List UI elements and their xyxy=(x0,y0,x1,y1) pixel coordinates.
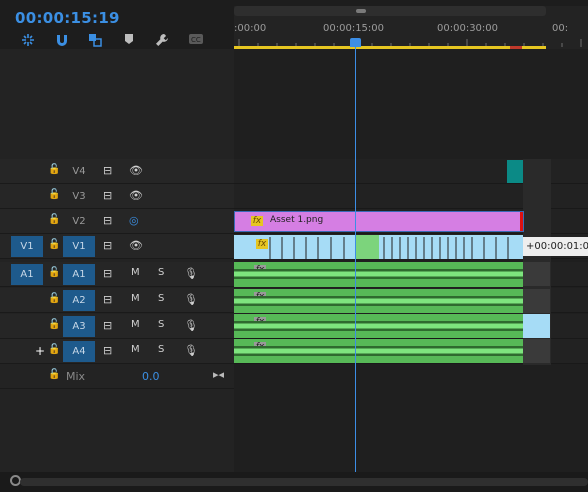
lock-icon[interactable]: 🔓 xyxy=(48,369,60,380)
magnet-icon[interactable] xyxy=(54,33,70,49)
linked-selection-icon[interactable] xyxy=(87,33,103,49)
waveform xyxy=(234,346,523,356)
time-ruler[interactable]: :00:00 00:00:15:00 00:00:30:00 00: xyxy=(234,6,588,49)
dragged-clip-preview xyxy=(523,314,550,338)
lock-icon[interactable]: 🔓 xyxy=(48,319,60,330)
marker-icon[interactable] xyxy=(121,33,137,49)
a2-audio-clip[interactable]: fx xyxy=(234,289,523,313)
solo-button[interactable]: S xyxy=(158,319,164,330)
eye-hidden-icon[interactable]: ◎ xyxy=(129,214,139,227)
add-track-cursor-icon: + xyxy=(35,344,46,358)
playhead-handle[interactable] xyxy=(350,38,361,47)
lock-icon[interactable]: 🔓 xyxy=(48,293,60,304)
v2-graphic-clip[interactable]: fx Asset 1.png xyxy=(234,211,524,232)
svg-text:CC: CC xyxy=(191,36,201,44)
waveform xyxy=(234,321,523,331)
scrollbar-track[interactable] xyxy=(20,478,588,486)
snap-icon[interactable] xyxy=(20,33,36,49)
lock-icon[interactable]: 🔓 xyxy=(48,239,60,250)
track-header-a3: 🔓 A3 ⊟ M S 🎙 xyxy=(0,314,234,339)
solo-button[interactable]: S xyxy=(158,344,164,355)
lock-icon[interactable]: 🔓 xyxy=(48,344,60,355)
track-target-a3[interactable]: A3 xyxy=(63,316,95,337)
ruler-label: 00:00:30:00 xyxy=(437,23,499,34)
eye-icon[interactable]: 👁 xyxy=(129,164,143,177)
mute-button[interactable]: M xyxy=(131,319,140,330)
mute-button[interactable]: M xyxy=(131,344,140,355)
track-target-v1[interactable]: V1 xyxy=(63,236,95,257)
track-header-a4: + 🔓 A4 ⊟ M S 🎙 xyxy=(0,339,234,364)
sync-lock-icon[interactable]: ⊟ xyxy=(103,293,112,306)
mute-button[interactable]: M xyxy=(131,267,140,278)
track-header-v3: 🔓 V3 ⊟ 👁 xyxy=(0,184,234,209)
microphone-icon[interactable]: 🎙 xyxy=(184,344,198,357)
solo-button[interactable]: S xyxy=(158,293,164,304)
microphone-icon[interactable]: 🎙 xyxy=(184,267,198,280)
clip-title: Asset 1.png xyxy=(270,215,324,225)
track-header-mix: 🔓 Mix 0.0 ▸◂ xyxy=(0,364,234,389)
playhead-timecode[interactable]: 00:00:15:19 xyxy=(15,9,120,27)
drop-target-a2 xyxy=(523,289,550,313)
track-target-a2[interactable]: A2 xyxy=(63,290,95,311)
playhead-line[interactable] xyxy=(355,38,356,472)
drop-target-a4 xyxy=(523,339,550,363)
v1-edit-points xyxy=(269,237,509,259)
zoom-scrollbar[interactable] xyxy=(234,6,546,16)
v1-video-clip[interactable]: fx xyxy=(234,235,523,259)
waveform xyxy=(234,269,523,279)
sync-lock-icon[interactable]: ⊟ xyxy=(103,319,112,332)
track-header-a2: 🔓 A2 ⊟ M S 🎙 xyxy=(0,288,234,313)
source-patch-v1[interactable]: V1 xyxy=(11,236,43,257)
go-to-in-out-icon[interactable]: ▸◂ xyxy=(213,368,224,381)
eye-icon[interactable]: 👁 xyxy=(129,189,143,202)
mix-volume-value[interactable]: 0.0 xyxy=(142,370,160,383)
sync-lock-icon[interactable]: ⊟ xyxy=(103,344,112,357)
track-header-v4: 🔓 V4 ⊟ 👁 xyxy=(0,159,234,184)
horizontal-scrollbar[interactable] xyxy=(0,472,588,492)
track-target-v2[interactable]: V2 xyxy=(63,211,95,232)
lock-icon[interactable]: 🔓 xyxy=(48,214,60,225)
sync-lock-icon[interactable]: ⊟ xyxy=(103,267,112,280)
track-header-a1: A1 🔓 A1 ⊟ M S 🎙 xyxy=(0,262,234,287)
mix-label: Mix xyxy=(66,370,86,383)
drag-offset-tooltip: +00:00:01:07 xyxy=(523,237,588,256)
track-header-v1: V1 🔓 V1 ⊟ 👁 xyxy=(0,234,234,259)
track-target-v3[interactable]: V3 xyxy=(63,186,95,207)
captions-icon[interactable]: CC xyxy=(188,33,204,49)
sync-lock-icon[interactable]: ⊟ xyxy=(103,214,112,227)
ruler-label: :00:00 xyxy=(234,23,267,34)
microphone-icon[interactable]: 🎙 xyxy=(184,293,198,306)
drop-target-a1 xyxy=(523,262,550,286)
track-header-panel: 🔓 V4 ⊟ 👁 🔓 V3 ⊟ 👁 🔓 V2 ⊟ ◎ V1 🔓 V1 ⊟ 👁 A… xyxy=(0,49,234,472)
a3-audio-clip[interactable]: fx xyxy=(234,314,523,338)
track-target-a1[interactable]: A1 xyxy=(63,264,95,285)
track-header-v2: 🔓 V2 ⊟ ◎ xyxy=(0,209,234,234)
lock-icon[interactable]: 🔓 xyxy=(48,164,60,175)
sync-lock-icon[interactable]: ⊟ xyxy=(103,164,112,177)
a4-audio-clip[interactable]: fx xyxy=(234,339,523,363)
track-target-v4[interactable]: V4 xyxy=(63,161,95,182)
lock-icon[interactable]: 🔓 xyxy=(48,267,60,278)
ruler-label: 00: xyxy=(552,23,569,34)
microphone-icon[interactable]: 🎙 xyxy=(184,319,198,332)
track-target-a4[interactable]: A4 xyxy=(63,341,95,362)
v4-clip[interactable] xyxy=(507,160,523,183)
solo-button[interactable]: S xyxy=(158,267,164,278)
source-patch-a1[interactable]: A1 xyxy=(11,264,43,285)
fx-badge: fx xyxy=(251,216,263,226)
wrench-icon[interactable] xyxy=(154,33,170,49)
eye-icon[interactable]: 👁 xyxy=(129,239,143,252)
mute-button[interactable]: M xyxy=(131,293,140,304)
timeline-track-area[interactable] xyxy=(234,49,588,472)
a1-audio-clip[interactable]: fx xyxy=(234,262,523,287)
ruler-label: 00:00:15:00 xyxy=(323,23,385,34)
waveform xyxy=(234,296,523,306)
lock-icon[interactable]: 🔓 xyxy=(48,189,60,200)
clip-end-marker xyxy=(520,212,523,231)
sync-lock-icon[interactable]: ⊟ xyxy=(103,189,112,202)
sync-lock-icon[interactable]: ⊟ xyxy=(103,239,112,252)
